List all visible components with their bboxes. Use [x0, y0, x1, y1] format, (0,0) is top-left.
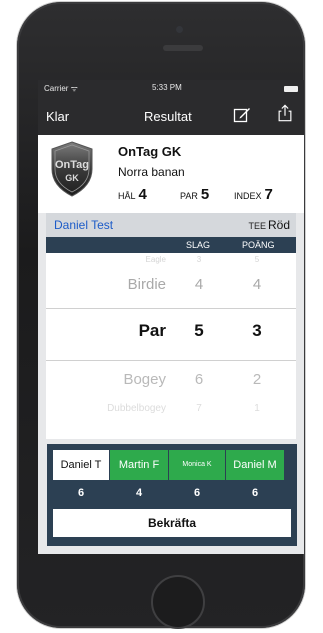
nav-title: Resultat	[144, 109, 192, 124]
course-name: OnTag GK	[118, 144, 182, 159]
hole-stat: HÅL 4	[118, 186, 147, 204]
tee-info: TEE Röd	[248, 218, 290, 232]
confirm-button[interactable]: Bekräfta	[53, 509, 291, 537]
column-slag: SLAG	[186, 240, 211, 250]
player-score: 6	[193, 487, 201, 499]
players-panel: Daniel T Martin F Monica K Daniel M 6 4 …	[47, 444, 297, 546]
picker-row-label: Birdie	[127, 276, 166, 293]
earpiece-speaker	[163, 45, 203, 51]
column-poang: POÄNG	[242, 240, 275, 250]
player-tab-daniel-t[interactable]: Daniel T	[53, 450, 109, 480]
index-value: 7	[264, 186, 273, 203]
clock: 5:33 PM	[152, 83, 182, 92]
picker-selection-bottom-line	[46, 360, 296, 361]
picker-row-label: Par	[138, 321, 166, 340]
picker-row-poang: 2	[252, 371, 262, 388]
column-header: SLAG POÄNG	[46, 237, 296, 253]
carrier-label: Carrier ᯤ	[44, 84, 78, 93]
picker-row-poang: 5	[254, 255, 260, 264]
picker-row-slag: 3	[196, 255, 202, 264]
share-icon[interactable]	[276, 104, 294, 122]
index-label: INDEX	[234, 191, 262, 201]
hole-label: HÅL	[118, 191, 136, 201]
picker-row-label: Eagle	[145, 255, 166, 264]
picker-row-poang: 4	[252, 276, 262, 293]
picker-row-label: Dubbelbogey	[107, 403, 166, 414]
battery-icon	[284, 86, 298, 92]
course-info: OnTag GK OnTag GK Norra banan HÅL 4 PAR 5 …	[38, 135, 304, 213]
tee-value: Röd	[267, 218, 290, 232]
logo-text-gk: GK	[65, 173, 79, 183]
app-screen: Carrier ᯤ 5:33 PM Klar Resultat OnTag GK…	[38, 80, 304, 554]
logo-text-ontag: OnTag	[55, 159, 89, 171]
score-picker[interactable]: Eagle 3 5 Birdie 4 4 Par 5 3 Bogey 6 2 D…	[46, 253, 296, 439]
player-tab-daniel-m[interactable]: Daniel M	[226, 450, 284, 480]
picker-row[interactable]: Eagle 3 5	[46, 255, 296, 265]
course-subtitle: Norra banan	[118, 165, 185, 179]
front-camera	[176, 26, 183, 33]
player-score: 4	[135, 487, 143, 499]
par-stat: PAR 5	[180, 186, 209, 204]
picker-row-label: Bogey	[123, 371, 166, 388]
picker-row-poang: 3	[252, 321, 262, 340]
player-name: Daniel Test	[54, 218, 114, 232]
picker-selection-top-line	[46, 308, 296, 309]
picker-row-slag: 6	[194, 371, 204, 388]
picker-row-poang: 1	[254, 403, 260, 414]
hole-value: 4	[138, 186, 147, 203]
home-button[interactable]	[151, 575, 205, 629]
par-label: PAR	[180, 191, 198, 201]
navigation-bar: Carrier ᯤ 5:33 PM Klar Resultat	[38, 80, 304, 135]
player-score: 6	[77, 487, 85, 499]
compose-icon[interactable]	[233, 106, 251, 124]
tee-label: TEE	[248, 221, 266, 231]
par-value: 5	[200, 186, 210, 203]
player-tab-monica-k[interactable]: Monica K	[169, 450, 225, 480]
index-stat: INDEX 7	[234, 186, 273, 204]
picker-row-slag: 4	[194, 276, 204, 293]
picker-row-slag: 7	[196, 403, 202, 414]
player-tab-martin-f[interactable]: Martin F	[110, 450, 168, 480]
done-button[interactable]: Klar	[46, 109, 69, 124]
picker-row-slag: 5	[194, 321, 204, 340]
player-row: Daniel Test TEE Röd	[46, 213, 296, 237]
club-logo-icon: OnTag GK	[51, 141, 93, 197]
player-score: 6	[251, 487, 259, 499]
